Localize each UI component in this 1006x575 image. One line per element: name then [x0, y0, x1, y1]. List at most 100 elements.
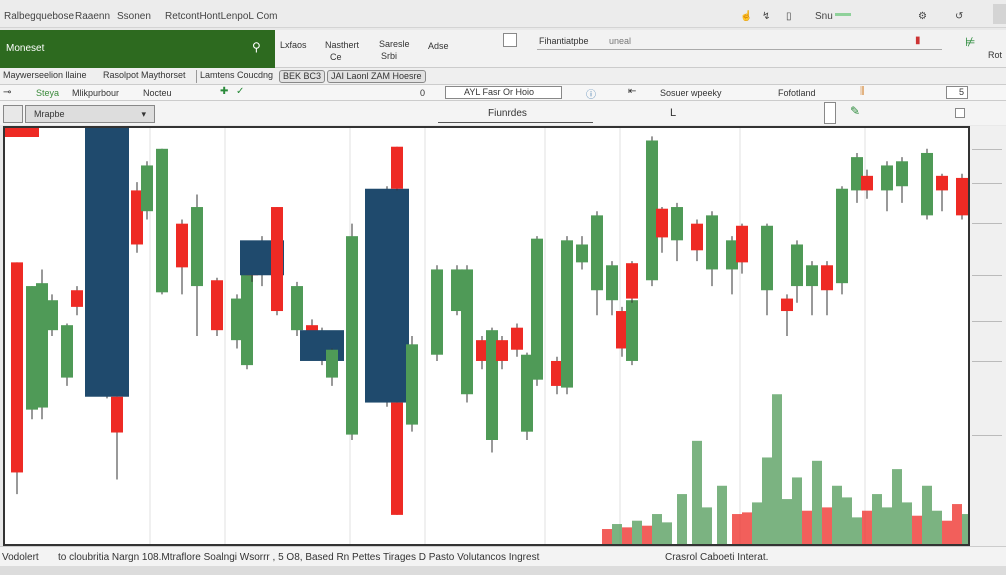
title-item[interactable]: Ralbegquebose [4, 11, 74, 22]
chart-icon[interactable]: ↯ [762, 11, 770, 22]
candle-body [781, 298, 793, 312]
title-item[interactable]: Ssonen [117, 11, 151, 22]
hand-icon[interactable]: ☝ [740, 11, 752, 22]
title-item[interactable]: Raaenn [75, 11, 110, 22]
candle-body [406, 344, 418, 425]
toolbar-item[interactable]: Nocteu [143, 88, 172, 98]
sidebar-item[interactable] [972, 426, 1002, 436]
toolbar-item[interactable]: Mlikpurbour [72, 88, 119, 98]
bottom-bar [0, 566, 1006, 575]
volume-bar [612, 524, 622, 544]
right-sidebar [970, 126, 1006, 546]
checkbox[interactable] [955, 108, 965, 118]
ribbon-group[interactable]: Lxfaos [280, 40, 307, 50]
lock-icon[interactable]: ▯ [786, 11, 792, 22]
tab[interactable]: Maythorset [138, 70, 189, 83]
sidebar-item[interactable] [972, 140, 1002, 150]
price-chart[interactable] [3, 126, 970, 546]
volume-bar [952, 504, 962, 544]
titlebar-label: Snu [815, 11, 833, 22]
candle-body [821, 265, 833, 291]
dropdown-value: Mrapbe [34, 109, 65, 119]
ribbon-sublabel: Srbi [381, 51, 398, 61]
app-header: Moneset ⚲ [0, 30, 275, 68]
candle-body [71, 290, 83, 307]
volume-bar [892, 469, 902, 544]
sidebar-item[interactable] [972, 266, 1002, 276]
link-icon[interactable]: ⊸ [3, 87, 11, 98]
tab[interactable]: Lamtens Coucdng [196, 70, 276, 83]
chart-type-button[interactable] [3, 105, 23, 123]
volume-bar [752, 502, 762, 544]
volume-bar [632, 520, 642, 544]
toolbar-label[interactable]: Sosuer wpeeky [660, 88, 722, 98]
candle-body [346, 236, 358, 435]
candle-body [706, 215, 718, 270]
candle-body [956, 177, 968, 216]
candle-body [291, 286, 303, 331]
scroll-toggle[interactable] [824, 102, 836, 124]
sidebar-item[interactable] [972, 214, 1002, 224]
ribbon-button[interactable] [503, 33, 517, 47]
dropdown-value: Fiunrdes [488, 108, 527, 119]
candle-body [141, 165, 153, 212]
check-icon[interactable]: ✓ [236, 86, 244, 97]
candle-body [761, 225, 773, 291]
chart-green-icon[interactable]: ⊭ [965, 35, 975, 49]
candle-body [156, 148, 168, 293]
ribbon-group[interactable]: Adse [428, 41, 449, 51]
red-marker-icon[interactable]: ▮ [915, 35, 921, 46]
candle-body [561, 240, 573, 388]
volume-bar [872, 494, 882, 544]
plus-icon[interactable]: ✚ [220, 86, 228, 97]
indicator-dropdown[interactable]: Mrapbe ▾ [25, 105, 155, 123]
status-right[interactable]: Crasrol Caboeti Interat. [665, 552, 768, 563]
formula-field[interactable]: Fihantiatpbe uneal [537, 33, 942, 50]
search-icon[interactable]: ⚲ [252, 40, 261, 54]
candle-body [836, 188, 848, 284]
volume-bar [812, 460, 822, 544]
title-item[interactable]: RetcontHontLenpoL Com [165, 11, 277, 22]
volume-bar [932, 510, 942, 544]
cursor-icon[interactable]: ⇤ [628, 86, 636, 97]
status-message: to cloubritia Nargn 108.Mtraflore Soalng… [58, 552, 540, 563]
draw-icon[interactable]: ✎ [850, 104, 860, 118]
volume-bar [772, 394, 782, 544]
page-field[interactable]: 5 [946, 86, 968, 99]
tab[interactable]: BEK BC3 [279, 70, 326, 83]
volume-bar [702, 507, 712, 544]
volume-bar [832, 485, 842, 544]
candle-body [391, 402, 403, 515]
field-value: Fihantiatpbe [539, 36, 589, 46]
tab[interactable]: Rasolpot [100, 70, 142, 83]
ribbon-label: Rot [988, 50, 1003, 60]
candle-body [576, 244, 588, 263]
sidebar-item[interactable] [972, 312, 1002, 322]
volume-bar [622, 527, 632, 544]
volume-bar [732, 514, 742, 544]
tab[interactable]: Maywerseelion llaine [0, 70, 90, 83]
window-control[interactable] [993, 4, 1006, 24]
toolbar-item[interactable]: Steya [36, 88, 59, 98]
ribbon: Lxfaos Nasthert Ce Saresle Srbi Adse Fih… [275, 30, 1006, 68]
volume-bar [922, 485, 932, 544]
ribbon-group[interactable]: Nasthert [325, 40, 359, 50]
candle-body [271, 207, 283, 312]
settings-icon[interactable]: ⚙ [918, 11, 927, 22]
symbol-field[interactable]: AYL Fasr Or Hoio [445, 86, 562, 99]
toolbar-label[interactable]: Fofotland [778, 88, 816, 98]
title-bar: Ralbegquebose Raaenn Ssonen RetcontHontL… [0, 0, 1006, 28]
candle-body [111, 396, 123, 433]
timeframe-dropdown[interactable]: Fiunrdes [438, 105, 593, 123]
info-icon[interactable]: ⓘ [586, 86, 596, 101]
volume-bar [912, 515, 922, 544]
bar-icon[interactable]: ⫼ [860, 86, 865, 97]
sidebar-item[interactable] [972, 352, 1002, 362]
volume-bar [662, 522, 672, 544]
tab-active[interactable]: JAI Laonl ZAM Hoesre [327, 70, 426, 83]
undo-icon[interactable]: ↺ [955, 11, 963, 22]
ribbon-group[interactable]: Saresle [379, 39, 410, 49]
candle-body [936, 175, 948, 191]
sidebar-item[interactable] [972, 174, 1002, 184]
candle-body [326, 349, 338, 378]
